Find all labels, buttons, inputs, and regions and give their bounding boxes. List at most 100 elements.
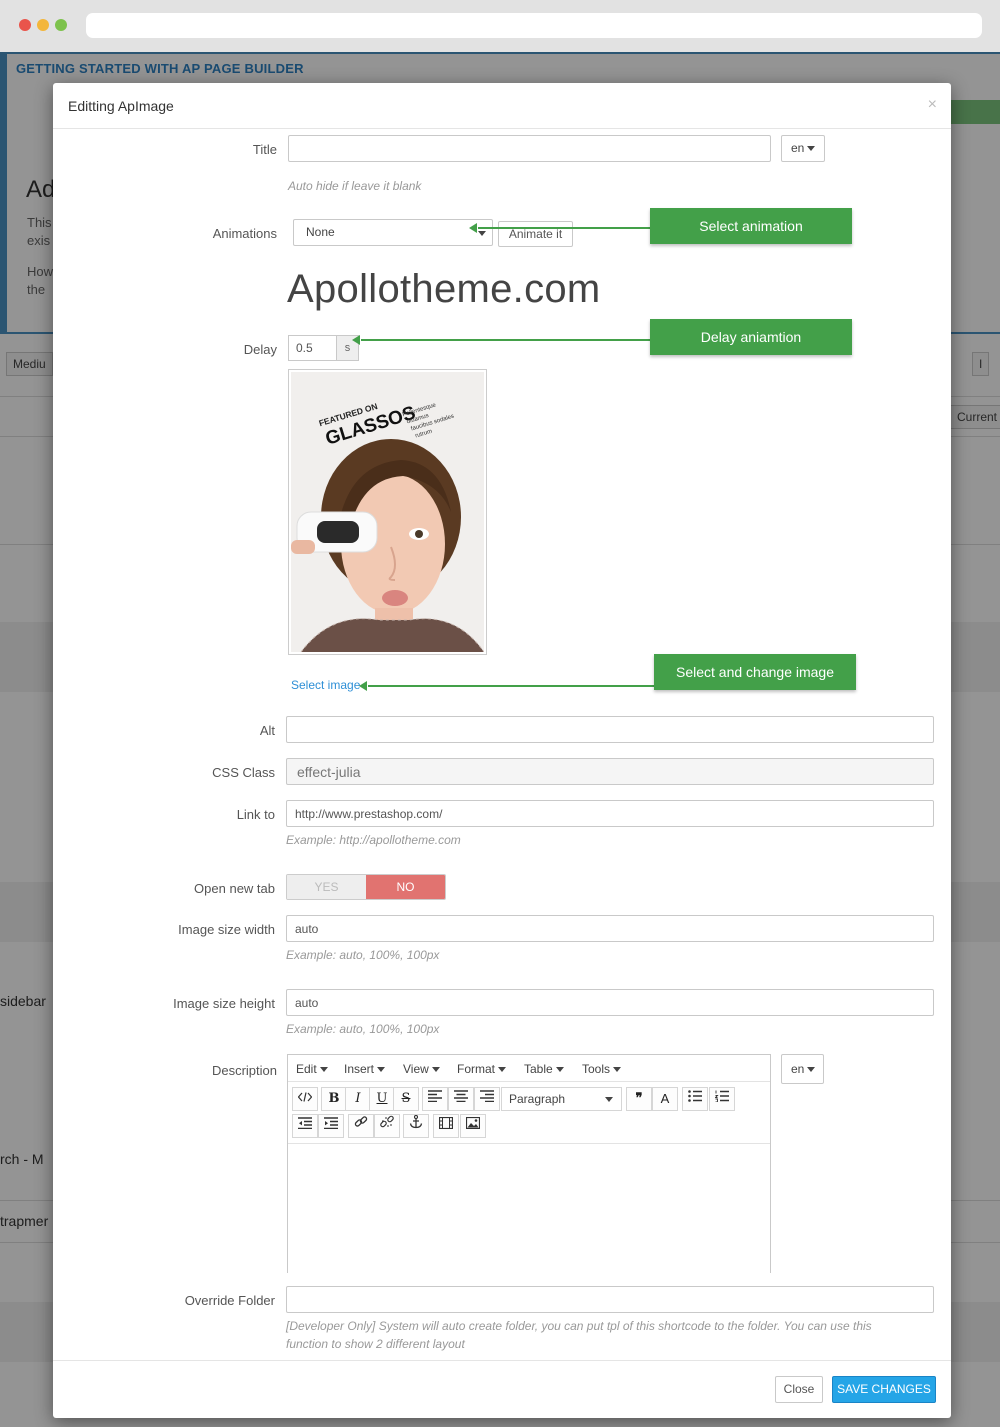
italic-button[interactable]: I: [345, 1087, 371, 1111]
unlink-icon[interactable]: [374, 1114, 400, 1138]
delay-input[interactable]: 0.5: [288, 335, 336, 361]
arrow-head-icon: [352, 335, 360, 345]
save-changes-button[interactable]: SAVE CHANGES: [832, 1376, 936, 1403]
language-code: en: [791, 141, 805, 155]
align-right-icon[interactable]: [474, 1087, 500, 1111]
chevron-down-icon: [555, 1067, 564, 1073]
close-icon[interactable]: ×: [928, 96, 937, 114]
text-color-icon[interactable]: A: [652, 1087, 678, 1111]
editor-menu-insert[interactable]: Insert: [344, 1062, 386, 1076]
chevron-down-icon: [498, 1067, 507, 1073]
menu-label: Table: [524, 1062, 553, 1076]
link-to-label: Link to: [236, 807, 275, 822]
override-folder-help: function to show 2 different layout: [286, 1337, 465, 1351]
image-callout: Select and change image: [654, 654, 856, 690]
link-to-help: Example: http://apollotheme.com: [286, 833, 461, 847]
animate-it-button[interactable]: Animate it: [498, 221, 573, 247]
alt-label: Alt: [259, 723, 275, 738]
magazine-cover-image: FEATURED ON GLASSOS Pellentesque dluamus…: [291, 372, 484, 652]
align-left-icon[interactable]: [422, 1087, 448, 1111]
blockquote-icon[interactable]: ❞: [626, 1087, 652, 1111]
select-image-link[interactable]: Select image: [291, 678, 360, 692]
anchor-icon[interactable]: [403, 1114, 429, 1138]
chevron-down-icon: [431, 1067, 440, 1073]
image-width-help: Example: auto, 100%, 100px: [286, 948, 440, 962]
menu-label: Tools: [582, 1062, 611, 1076]
chevron-down-icon: [605, 1097, 613, 1102]
source-code-icon[interactable]: [292, 1087, 318, 1111]
description-editor: Edit Insert View Format Table Tools B I …: [287, 1054, 771, 1273]
open-new-tab-toggle: YES NO: [286, 874, 446, 900]
animations-label: Animations: [212, 226, 277, 241]
animation-callout-arrow: [478, 227, 650, 229]
override-folder-help: [Developer Only] System will auto create…: [286, 1319, 872, 1333]
link-to-input[interactable]: [286, 800, 934, 827]
menu-label: Insert: [344, 1062, 375, 1076]
image-height-label: Image size height: [173, 996, 275, 1011]
editor-menu-tools[interactable]: Tools: [582, 1062, 622, 1076]
maximize-window-dot[interactable]: [55, 19, 67, 31]
numbered-list-icon[interactable]: [709, 1087, 735, 1111]
image-icon[interactable]: [460, 1114, 486, 1138]
modal-header: Editting ApImage ×: [53, 83, 951, 129]
menu-label: Format: [457, 1062, 496, 1076]
image-height-help: Example: auto, 100%, 100px: [286, 1022, 440, 1036]
image-callout-arrow: [368, 685, 654, 687]
chevron-down-icon: [319, 1067, 328, 1073]
title-help: Auto hide if leave it blank: [288, 179, 422, 193]
indent-icon[interactable]: [318, 1114, 344, 1138]
underline-button[interactable]: U: [369, 1087, 395, 1111]
browser-chrome: [0, 0, 1000, 52]
modal-title: Editting ApImage: [68, 98, 174, 114]
strikethrough-button[interactable]: S: [393, 1087, 419, 1111]
animation-select[interactable]: None: [293, 219, 493, 246]
block-format-select[interactable]: Paragraph: [501, 1087, 622, 1111]
bullet-list-icon[interactable]: [682, 1087, 708, 1111]
language-code: en: [791, 1062, 805, 1076]
chevron-down-icon: [478, 231, 486, 236]
minimize-window-dot[interactable]: [37, 19, 49, 31]
chevron-down-icon: [377, 1067, 386, 1073]
description-label: Description: [211, 1063, 277, 1078]
description-language-dropdown[interactable]: en: [781, 1054, 824, 1084]
arrow-head-icon: [359, 681, 367, 691]
editor-menu-table[interactable]: Table: [524, 1062, 564, 1076]
menu-label: Edit: [296, 1062, 317, 1076]
edit-apimage-modal: Editting ApImage × Title en Auto hide if…: [53, 83, 951, 1418]
open-new-tab-label: Open new tab: [194, 881, 275, 896]
editor-menu-edit[interactable]: Edit: [296, 1062, 328, 1076]
animation-preview-text: Apollotheme.com: [287, 267, 601, 311]
title-language-dropdown[interactable]: en: [781, 135, 825, 162]
animation-callout: Select animation: [650, 208, 852, 244]
chevron-down-icon: [807, 146, 816, 152]
image-height-input[interactable]: [286, 989, 934, 1016]
outdent-icon[interactable]: [292, 1114, 318, 1138]
bold-button[interactable]: B: [321, 1087, 347, 1111]
description-edit-area[interactable]: [288, 1143, 770, 1273]
media-icon[interactable]: [433, 1114, 459, 1138]
title-input[interactable]: [288, 135, 771, 162]
image-width-input[interactable]: [286, 915, 934, 942]
editor-menu-format[interactable]: Format: [457, 1062, 507, 1076]
close-window-dot[interactable]: [19, 19, 31, 31]
block-format-value: Paragraph: [509, 1092, 566, 1106]
image-preview-content: FEATURED ON GLASSOS Pellentesque dluamus…: [291, 372, 484, 652]
animation-selected-value: None: [306, 225, 335, 239]
alt-input[interactable]: [286, 716, 934, 743]
title-label: Title: [252, 142, 277, 157]
address-bar[interactable]: [86, 13, 982, 38]
delay-input-group: 0.5 s: [288, 335, 359, 361]
close-button[interactable]: Close: [775, 1376, 823, 1403]
align-center-icon[interactable]: [448, 1087, 474, 1111]
toggle-yes-option[interactable]: YES: [287, 875, 366, 899]
image-preview: FEATURED ON GLASSOS Pellentesque dluamus…: [288, 369, 487, 655]
editor-menu-view[interactable]: View: [403, 1062, 440, 1076]
link-icon[interactable]: [348, 1114, 374, 1138]
css-class-label: CSS Class: [212, 765, 275, 780]
chevron-down-icon: [613, 1067, 622, 1073]
toggle-no-option[interactable]: NO: [366, 875, 445, 899]
delay-callout: Delay aniamtion: [650, 319, 852, 355]
image-width-label: Image size width: [178, 922, 275, 937]
css-class-input[interactable]: [286, 758, 934, 785]
override-folder-input[interactable]: [286, 1286, 934, 1313]
